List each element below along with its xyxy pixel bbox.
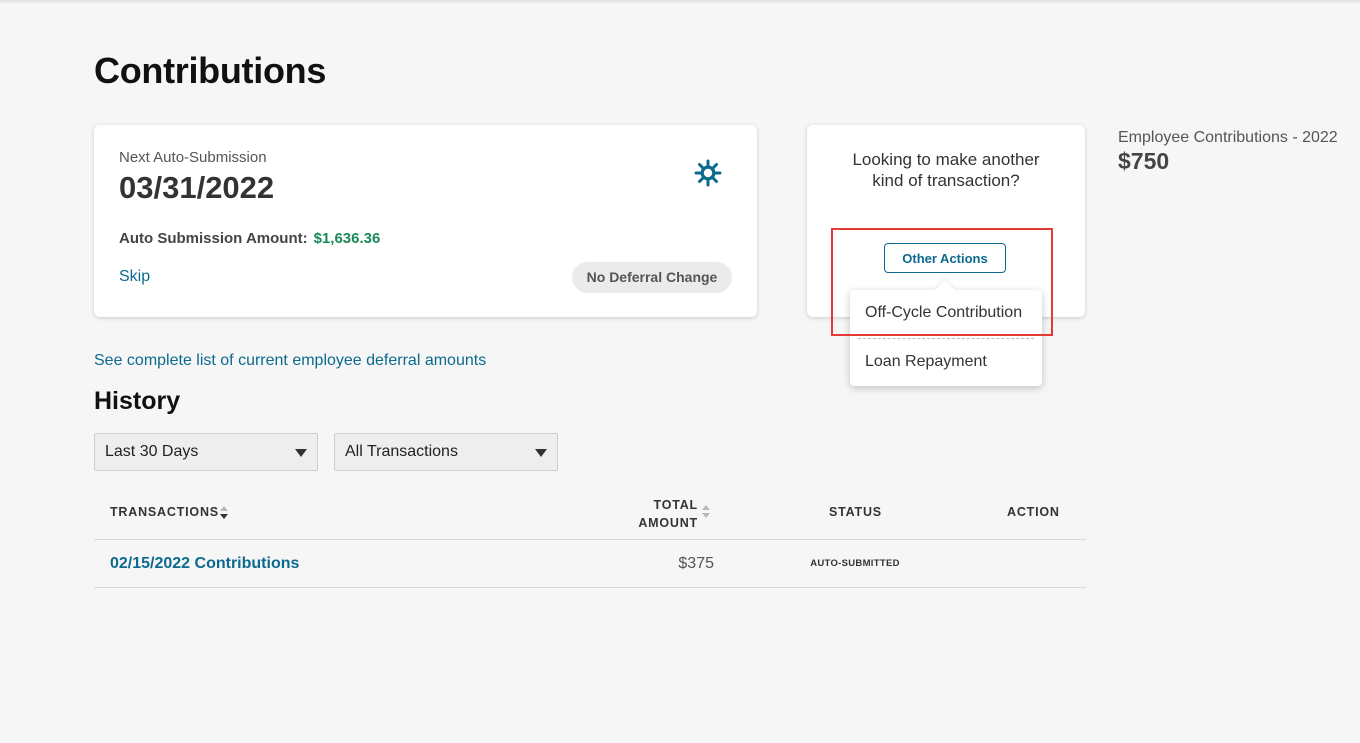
date-range-select[interactable]: Last 30 Days — [94, 433, 318, 471]
table-divider — [94, 587, 1086, 588]
next-submission-date: 03/31/2022 — [119, 170, 275, 205]
sort-icon[interactable] — [220, 506, 228, 520]
other-actions-menu: Off-Cycle Contribution Loan Repayment — [850, 280, 1042, 387]
column-header-transactions[interactable]: TRANSACTIONS — [110, 505, 219, 519]
column-header-action: ACTION — [1007, 505, 1060, 519]
page-title: Contributions — [94, 50, 327, 91]
menu-item-off-cycle-contribution[interactable]: Off-Cycle Contribution — [850, 290, 1042, 338]
employee-contributions-label: Employee Contributions - 2022 — [1118, 129, 1338, 146]
other-transaction-prompt: Looking to make another kind of transact… — [807, 149, 1085, 191]
top-bar-shadow — [0, 0, 1360, 4]
column-header-amount-line1: TOTAL — [653, 498, 698, 512]
employee-contributions-value: $750 — [1118, 148, 1170, 174]
other-actions-button[interactable]: Other Actions — [884, 243, 1006, 273]
caret-down-icon — [295, 449, 307, 457]
transaction-type-select-value: All Transactions — [345, 443, 458, 460]
date-range-select-value: Last 30 Days — [105, 443, 199, 460]
transaction-link[interactable]: 02/15/2022 Contributions — [110, 555, 299, 573]
column-header-status: STATUS — [829, 505, 882, 519]
auto-submission-amount-row: Auto Submission Amount: $1,636.36 — [119, 230, 380, 247]
history-title: History — [94, 387, 181, 415]
menu-item-loan-repayment[interactable]: Loan Repayment — [850, 339, 1042, 387]
auto-submission-amount-label: Auto Submission Amount: — [119, 230, 308, 247]
column-header-total-amount[interactable]: TOTAL AMOUNT — [620, 496, 698, 532]
deferral-status-badge: No Deferral Change — [572, 262, 732, 293]
sort-icon[interactable] — [702, 505, 710, 519]
column-header-amount-line2: AMOUNT — [638, 516, 698, 530]
transaction-type-select[interactable]: All Transactions — [334, 433, 558, 471]
transaction-status: AUTO-SUBMITTED — [810, 558, 900, 569]
auto-submission-card: Next Auto-Submission 03/31/2022 Auto Sub… — [94, 125, 757, 317]
caret-down-icon — [535, 449, 547, 457]
next-submission-label: Next Auto-Submission — [119, 149, 267, 166]
table-divider — [94, 539, 1086, 540]
transaction-amount: $375 — [678, 555, 714, 572]
auto-submission-amount-value: $1,636.36 — [313, 230, 381, 247]
skip-link[interactable]: Skip — [119, 268, 150, 286]
prompt-line-2: kind of transaction? — [872, 171, 1020, 190]
prompt-line-1: Looking to make another — [852, 150, 1040, 169]
deferral-amounts-link[interactable]: See complete list of current employee de… — [94, 352, 486, 370]
gear-icon[interactable] — [694, 159, 722, 187]
